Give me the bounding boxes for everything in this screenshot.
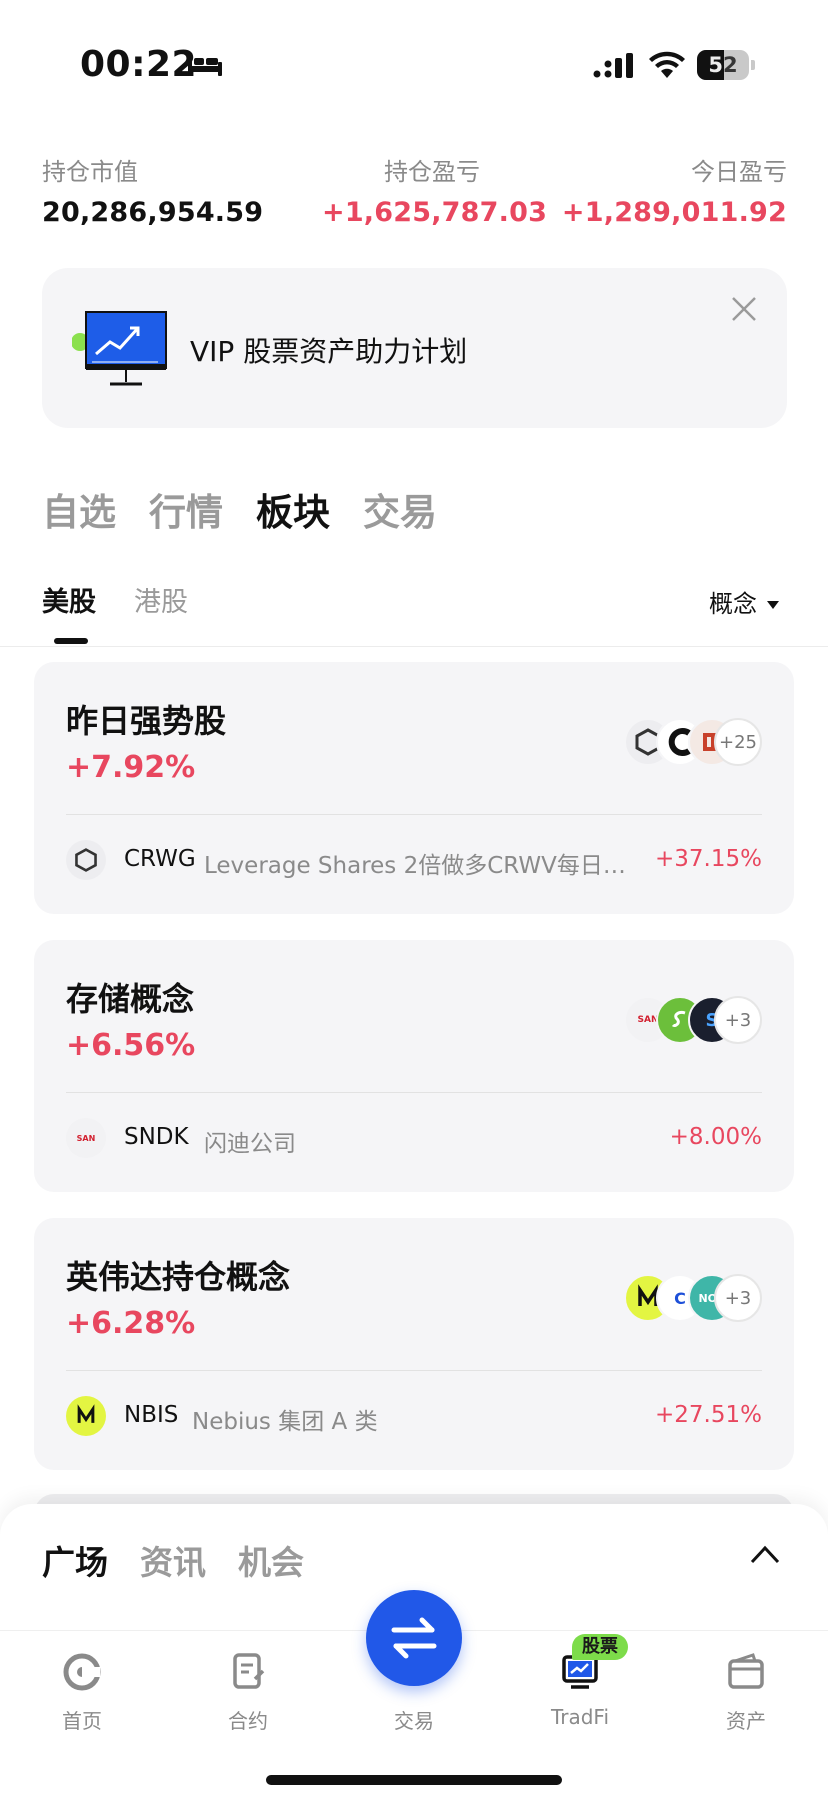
sector-card[interactable]: 昨日强势股 +7.92% +25 CRWG Leverage Shares 2倍… — [34, 662, 794, 914]
summary-label: 持仓盈亏 — [384, 158, 480, 186]
sleep-bed-icon — [188, 54, 222, 76]
tab-us-stocks[interactable]: 美股 — [42, 580, 96, 619]
nav-tradfi[interactable]: TradFi — [520, 1651, 640, 1729]
divider — [66, 814, 762, 815]
sector-change: +7.92% — [66, 750, 196, 785]
nav-contracts[interactable]: 合约 — [188, 1651, 308, 1734]
chevron-up-icon[interactable] — [748, 1542, 782, 1566]
tab-trade[interactable]: 交易 — [363, 482, 437, 536]
swap-icon — [391, 1617, 437, 1659]
home-indicator — [266, 1775, 562, 1785]
stock-change: +8.00% — [669, 1124, 762, 1150]
tab-square[interactable]: 广场 — [42, 1536, 108, 1584]
stock-name: Nebius 集团 A 类 — [192, 1409, 378, 1435]
nav-label: TradFi — [550, 1705, 610, 1729]
tab-hk-stocks[interactable]: 港股 — [134, 580, 188, 619]
home-icon — [63, 1653, 101, 1691]
summary-today-pnl: 今日盈亏 +1,289,011.92 — [562, 152, 787, 228]
stock-ticker: CRWG — [124, 846, 196, 872]
tab-watchlist[interactable]: 自选 — [42, 482, 116, 536]
summary-label: 今日盈亏 — [691, 158, 787, 186]
sector-change: +6.56% — [66, 1028, 196, 1063]
top-stock-row[interactable]: CRWG Leverage Shares 2倍做多CRWV每日E... +37.… — [66, 834, 762, 890]
vip-banner[interactable]: VIP 股票资产助力计划 — [42, 268, 787, 428]
nav-label: 资产 — [726, 1709, 766, 1733]
constituent-logos: +25 — [582, 718, 762, 766]
stock-name: 闪迪公司 — [204, 1131, 296, 1157]
stock-ticker: SNDK — [124, 1124, 189, 1150]
monitor-chart-icon — [72, 311, 167, 386]
stock-change: +37.15% — [655, 846, 762, 872]
more-count-badge: +3 — [714, 1274, 762, 1322]
caret-down-icon — [767, 601, 779, 609]
sector-title: 存储概念 — [66, 980, 195, 1018]
tab-news[interactable]: 资讯 — [140, 1536, 206, 1584]
stock-name: Leverage Shares 2倍做多CRWV每日E... — [204, 853, 636, 879]
top-stock-row[interactable]: NBIS Nebius 集团 A 类 +27.51% — [66, 1390, 762, 1446]
sector-title: 英伟达持仓概念 — [66, 1258, 291, 1296]
contract-icon — [233, 1653, 265, 1689]
constituent-logos: C NOK +3 — [582, 1274, 762, 1322]
summary-market-value: 持仓市值 20,286,954.59 — [42, 152, 263, 228]
battery-level: 52 — [708, 53, 738, 77]
cellular-signal-icon — [593, 53, 633, 78]
summary-value: +1,625,787.03 — [322, 197, 548, 228]
banner-title: VIP 股票资产助力计划 — [190, 335, 468, 368]
constituent-logos: SAN S +3 — [582, 996, 762, 1044]
nav-label: 交易 — [394, 1709, 434, 1733]
market-sub-tabs: 美股 港股 概念 — [42, 580, 787, 646]
stock-logo-icon — [66, 1396, 106, 1436]
active-tab-indicator — [54, 638, 88, 644]
status-time: 00:22 — [80, 44, 198, 85]
nav-home[interactable]: 首页 — [22, 1651, 142, 1734]
sector-title: 昨日强势股 — [66, 702, 227, 740]
summary-position-pnl: 持仓盈亏 +1,625,787.03 — [322, 152, 548, 228]
trade-fab-button[interactable] — [366, 1590, 462, 1686]
divider — [0, 646, 828, 647]
wallet-icon — [728, 1653, 764, 1689]
tab-sectors[interactable]: 板块 — [256, 482, 330, 536]
more-count-badge: +25 — [714, 718, 762, 766]
close-icon[interactable] — [727, 292, 761, 326]
stock-ticker: NBIS — [124, 1402, 179, 1428]
sector-card[interactable]: 存储概念 +6.56% SAN S +3 SAN SNDK 闪迪公司 +8.00… — [34, 940, 794, 1192]
battery-indicator: 52 — [697, 50, 755, 80]
more-count-badge: +3 — [714, 996, 762, 1044]
status-bar: 00:22 52 — [0, 0, 828, 110]
tab-market[interactable]: 行情 — [149, 482, 223, 536]
stock-logo-icon — [66, 840, 106, 880]
summary-label: 持仓市值 — [42, 158, 138, 186]
nav-assets[interactable]: 资产 — [686, 1651, 806, 1734]
filter-label: 概念 — [709, 590, 757, 618]
position-summary: 持仓市值 20,286,954.59 持仓盈亏 +1,625,787.03 今日… — [42, 152, 787, 232]
nav-label: 首页 — [62, 1709, 102, 1733]
summary-value: 20,286,954.59 — [42, 197, 264, 228]
sector-card[interactable]: 英伟达持仓概念 +6.28% C NOK +3 NBIS Nebius 集团 A… — [34, 1218, 794, 1470]
wifi-icon — [649, 51, 685, 78]
nav-label: 合约 — [228, 1709, 268, 1733]
stock-logo-icon: SAN — [66, 1118, 106, 1158]
divider — [66, 1092, 762, 1093]
sector-change: +6.28% — [66, 1306, 196, 1341]
concept-filter-dropdown[interactable]: 概念 — [709, 584, 779, 619]
tab-opportunities[interactable]: 机会 — [238, 1536, 304, 1584]
stocks-badge: 股票 — [572, 1634, 628, 1660]
summary-value: +1,289,011.92 — [561, 197, 787, 228]
stocks-sector-screen: 00:22 52 持仓市值 20,286,954.59 持仓盈亏 +1,625,… — [0, 0, 828, 1801]
divider — [66, 1370, 762, 1371]
top-stock-row[interactable]: SAN SNDK 闪迪公司 +8.00% — [66, 1112, 762, 1168]
stock-change: +27.51% — [655, 1402, 762, 1428]
